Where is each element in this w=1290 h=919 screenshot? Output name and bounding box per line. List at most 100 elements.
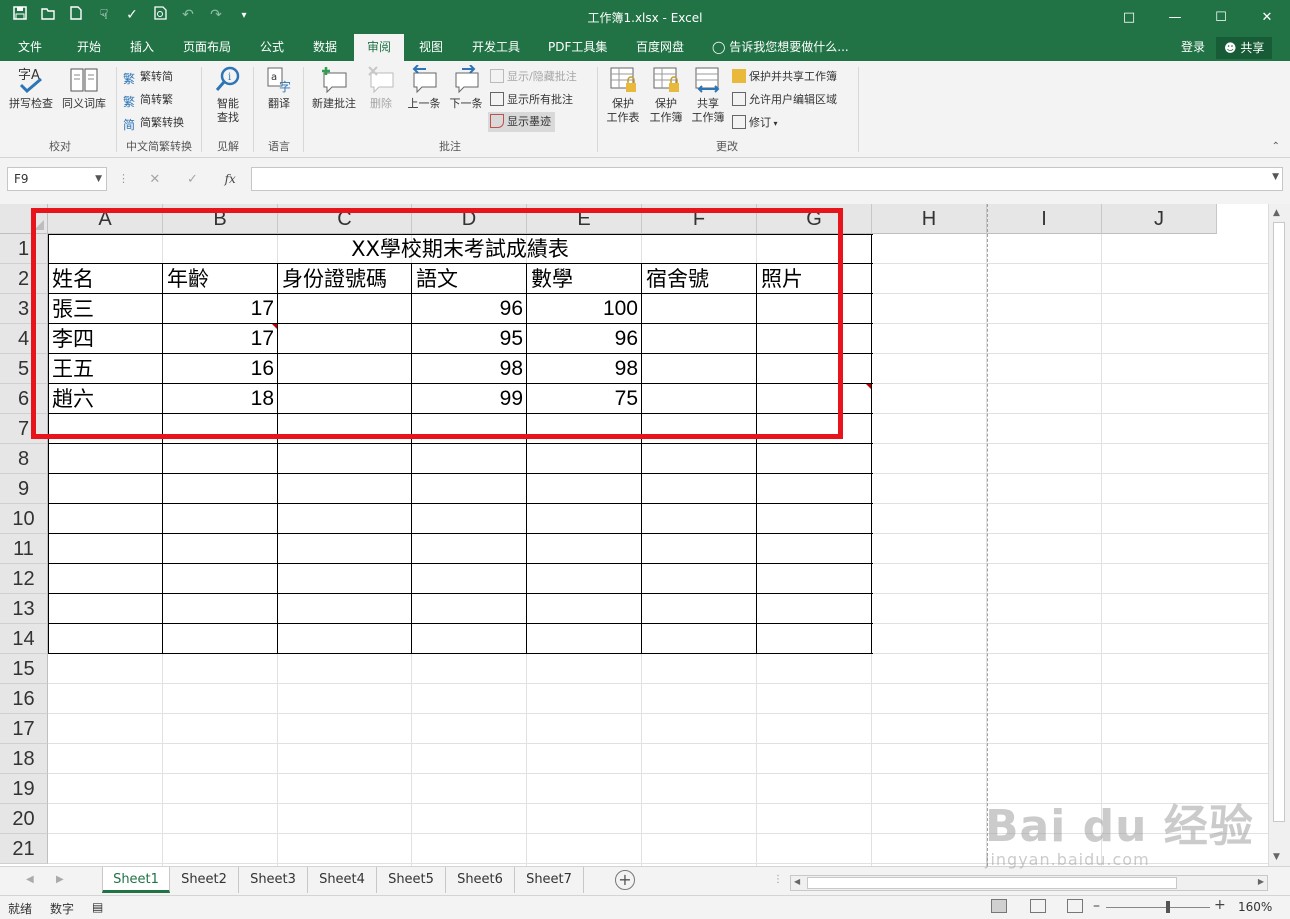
protect-share-workbook-button[interactable]: 保护并共享工作簿 <box>732 67 837 87</box>
sheet-tab-1[interactable]: Sheet1 <box>102 867 170 893</box>
macro-record-icon[interactable]: ▤ <box>92 900 103 914</box>
sheet-tab-5[interactable]: Sheet5 <box>377 867 446 893</box>
delete-comment-button[interactable]: 删除 <box>362 65 400 111</box>
insert-function-icon[interactable]: fx <box>211 172 249 186</box>
normal-view-icon[interactable] <box>991 899 1007 913</box>
horizontal-scroll-thumb[interactable] <box>807 877 1177 889</box>
cell-border <box>48 443 873 444</box>
zoom-out-icon[interactable]: – <box>1093 898 1100 914</box>
share-button[interactable]: ☻ 共享 <box>1216 37 1273 59</box>
protect-sheet-button[interactable]: 保护 工作表 <box>603 65 643 125</box>
maximize-icon[interactable]: ☐ <box>1198 0 1244 34</box>
page-break-view-icon[interactable] <box>1067 899 1083 913</box>
page-layout-view-icon[interactable] <box>1030 899 1046 913</box>
tab-splitter-icon[interactable]: ⋮ <box>773 874 783 885</box>
thesaurus-button[interactable]: 同义词库 <box>58 65 110 111</box>
name-box[interactable]: F9 ▼ <box>7 167 107 191</box>
row-header-15[interactable]: 15 <box>0 654 48 684</box>
scroll-up-icon[interactable]: ▲ <box>1273 208 1280 218</box>
tab-formulas[interactable]: 公式 <box>260 34 284 61</box>
column-header-I[interactable]: I <box>987 204 1102 234</box>
collapse-ribbon-icon[interactable]: ⌃ <box>1272 141 1280 152</box>
column-header-H[interactable]: H <box>872 204 987 234</box>
translate-button[interactable]: a字 翻译 <box>258 65 300 111</box>
spell-check-button[interactable]: 字A 拼写检查 <box>6 65 56 111</box>
row-header-13[interactable]: 13 <box>0 594 48 624</box>
tab-data[interactable]: 数据 <box>313 34 337 61</box>
sheet-tab-2[interactable]: Sheet2 <box>170 867 239 893</box>
horizontal-scrollbar[interactable]: ◀ ▶ <box>790 875 1268 891</box>
tell-me-box[interactable]: ◯ 告诉我您想要做什么... <box>712 34 849 61</box>
tab-pdf-tools[interactable]: PDF工具集 <box>548 34 607 61</box>
share-workbook-button[interactable]: 共享 工作簿 <box>688 65 728 125</box>
tab-developer[interactable]: 开发工具 <box>472 34 520 61</box>
tab-file[interactable]: 文件 <box>18 34 42 61</box>
scroll-down-icon[interactable]: ▼ <box>1273 852 1280 862</box>
worksheet-grid[interactable]: JIHGFEDC BA XX學校期末考試成績表 姓名 年齡 身份證號碼 語文 數… <box>0 204 1290 866</box>
expand-formula-bar-icon[interactable]: ▼ <box>1272 172 1279 182</box>
sheet-tab-3[interactable]: Sheet3 <box>239 867 308 893</box>
gridline <box>48 713 1268 714</box>
close-icon[interactable]: ✕ <box>1244 0 1290 34</box>
add-sheet-icon[interactable]: + <box>615 870 635 890</box>
sheet-tab-6[interactable]: Sheet6 <box>446 867 515 893</box>
row-header-21[interactable]: 21 <box>0 834 48 864</box>
row-header-11[interactable]: 11 <box>0 534 48 564</box>
zoom-level[interactable]: 160% <box>1238 900 1272 914</box>
show-hide-comment-button[interactable]: 显示/隐藏批注 <box>490 67 577 87</box>
new-comment-button[interactable]: 新建批注 <box>308 65 360 111</box>
ribbon-display-options-icon[interactable]: □ <box>1106 0 1152 34</box>
status-ready: 就绪 <box>8 902 33 916</box>
row-header-18[interactable]: 18 <box>0 744 48 774</box>
minimize-icon[interactable]: — <box>1152 0 1198 34</box>
show-ink-button[interactable]: 显示墨迹 <box>488 112 555 132</box>
track-changes-button[interactable]: 修订 ▾ <box>732 113 778 133</box>
window-controls: □ — ☐ ✕ <box>1106 0 1290 34</box>
vertical-scroll-thumb[interactable] <box>1273 222 1285 822</box>
sheet-tab-7[interactable]: Sheet7 <box>515 867 584 893</box>
row-header-16[interactable]: 16 <box>0 684 48 714</box>
zoom-in-icon[interactable]: + <box>1214 897 1226 913</box>
trad-char-icon: 繁 <box>123 72 136 86</box>
formula-input[interactable]: ▼ <box>251 167 1283 191</box>
next-sheet-icon[interactable]: ▶ <box>56 874 64 885</box>
row-header-14[interactable]: 14 <box>0 624 48 654</box>
tab-insert[interactable]: 插入 <box>130 34 154 61</box>
scroll-right-icon[interactable]: ▶ <box>1258 877 1264 886</box>
sign-in-link[interactable]: 登录 <box>1181 34 1205 61</box>
zoom-slider[interactable] <box>1106 907 1210 908</box>
trad-to-simp-button[interactable]: 繁繁转简 <box>123 67 173 87</box>
row-header-19[interactable]: 19 <box>0 774 48 804</box>
zoom-slider-thumb[interactable] <box>1166 901 1171 913</box>
tab-baidu-netdisk[interactable]: 百度网盘 <box>636 34 684 61</box>
ribbon-tabs: 文件 开始 插入 页面布局 公式 数据 审阅 视图 开发工具 PDF工具集 百度… <box>0 34 1290 61</box>
row-header-9[interactable]: 9 <box>0 474 48 504</box>
allow-edit-ranges-button[interactable]: 允许用户编辑区域 <box>732 90 837 110</box>
cancel-icon[interactable]: ✕ <box>136 172 174 187</box>
vertical-scrollbar[interactable]: ▲ ▼ <box>1268 204 1290 866</box>
new-comment-icon <box>322 67 347 94</box>
row-header-20[interactable]: 20 <box>0 804 48 834</box>
row-header-10[interactable]: 10 <box>0 504 48 534</box>
row-header-17[interactable]: 17 <box>0 714 48 744</box>
enter-icon[interactable]: ✓ <box>174 172 212 187</box>
next-comment-button[interactable]: 下一条 <box>446 65 486 111</box>
group-label-proofing: 校对 <box>49 140 71 153</box>
resize-handle-icon[interactable]: ⋮ <box>118 172 129 185</box>
row-header-12[interactable]: 12 <box>0 564 48 594</box>
row-header-8[interactable]: 8 <box>0 444 48 474</box>
tab-review[interactable]: 审阅 <box>354 34 405 61</box>
smart-lookup-button[interactable]: i 智能 查找 <box>206 65 250 125</box>
tab-home[interactable]: 开始 <box>77 34 101 61</box>
sheet-tab-4[interactable]: Sheet4 <box>308 867 377 893</box>
simp-to-trad-button[interactable]: 繁简转繁 <box>123 90 173 110</box>
column-header-J[interactable]: J <box>1102 204 1217 234</box>
tab-page-layout[interactable]: 页面布局 <box>183 34 231 61</box>
scroll-left-icon[interactable]: ◀ <box>794 877 800 886</box>
tab-view[interactable]: 视图 <box>419 34 443 61</box>
protect-workbook-button[interactable]: 保护 工作簿 <box>645 65 687 125</box>
previous-comment-button[interactable]: 上一条 <box>404 65 444 111</box>
show-all-comments-button[interactable]: 显示所有批注 <box>490 90 573 110</box>
prev-sheet-icon[interactable]: ◀ <box>26 874 34 885</box>
chinese-convert-button[interactable]: 简简繁转换 <box>123 113 184 133</box>
